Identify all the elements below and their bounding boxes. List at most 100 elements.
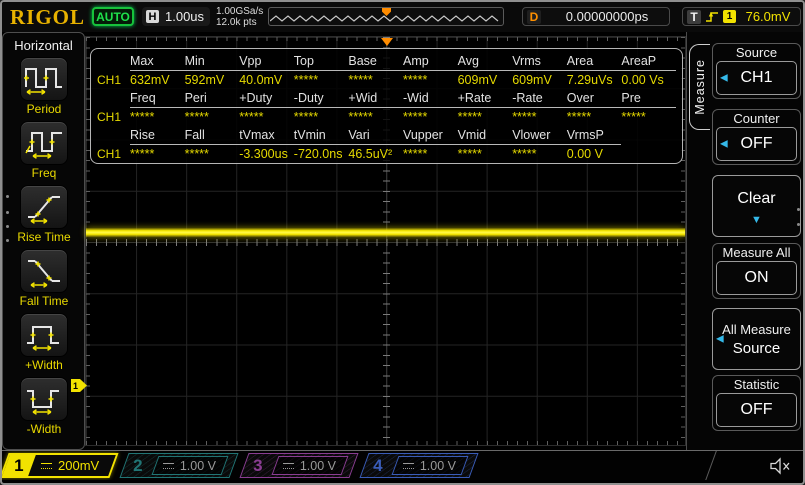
measure-cell: 609mV <box>457 72 498 87</box>
right-menu-panel: Measure Source ◀ CH1 Counter ◀ OFF Clear… <box>686 32 803 450</box>
source-button[interactable]: ◀ CH1 <box>716 61 797 95</box>
h-icon: H <box>146 10 159 23</box>
waveform-position-preview[interactable] <box>268 7 504 26</box>
channel-badge-1[interactable]: 1 200mV <box>2 453 119 478</box>
statistic-button[interactable]: OFF <box>716 393 797 427</box>
measure-header-row: Freq Peri +Duty -Duty +Wid -Wid +Rate -Rate Over… <box>97 89 676 108</box>
measure-cell: Rise <box>130 126 185 145</box>
delay-value: 0.00000000ps <box>565 9 649 24</box>
menu-item-period[interactable]: Period <box>11 57 77 116</box>
measure-cell: ***** <box>130 109 155 124</box>
measure-cell: ***** <box>293 72 319 87</box>
measure-all-button[interactable]: ON <box>716 261 797 295</box>
channel-1-number: 1 <box>14 455 24 475</box>
freq-icon <box>25 132 62 159</box>
left-arrow-icon: ◀ <box>720 72 728 84</box>
measure-cell: Amp <box>402 52 458 71</box>
scroll-indicator-dot <box>6 211 9 214</box>
measure-cell: +Wid <box>348 89 403 108</box>
measure-cell: CH1 <box>97 109 122 124</box>
measure-cell: ***** <box>402 109 428 124</box>
trigger-position-marker[interactable] <box>381 38 393 46</box>
left-arrow-icon: ◀ <box>720 138 728 150</box>
measure-cell: 46.5uV² <box>348 146 393 161</box>
measure-cell: 592mV <box>184 72 225 87</box>
sound-muted-icon[interactable] <box>769 457 793 475</box>
menu-item-minus-width[interactable]: -Width <box>11 377 77 436</box>
period-icon <box>24 68 62 95</box>
rise-time-icon <box>28 196 60 224</box>
measure-cell: Vmid <box>457 126 513 145</box>
measure-cell: Avg <box>457 52 513 71</box>
menu-group-statistic[interactable]: Statistic OFF <box>712 375 801 431</box>
measure-cell: VrmsP <box>566 126 622 145</box>
dc-coupling-icon <box>163 462 174 469</box>
measure-cell: Vlower <box>512 126 567 145</box>
menu-group-source[interactable]: Source ◀ CH1 <box>712 43 801 99</box>
measure-cell: Peri <box>184 89 240 108</box>
measure-cell: ***** <box>402 146 428 161</box>
measure-cell: -720.0ns <box>293 146 343 161</box>
waveform-display: 1 T MaxMinVppTopBaseAmpAvgVrmsAreaAreaPC… <box>71 36 704 446</box>
menu-item-rise-time[interactable]: Rise Time <box>11 185 77 244</box>
measure-cell: ***** <box>348 109 373 124</box>
oscilloscope-screen: RIGOL AUTO H 1.00us 1.00GSa/s 12.0k pts … <box>0 0 805 485</box>
all-measure-source-button[interactable]: ◀ All Measure Source <box>712 308 801 370</box>
measure-cell: Vupper <box>402 126 458 145</box>
measure-cell: ***** <box>348 72 373 87</box>
trigger-source-badge: 1 <box>723 10 736 23</box>
measure-cell: ***** <box>402 72 428 87</box>
measure-cell: 40.0mV <box>239 72 283 87</box>
menu-page-dot <box>797 223 800 226</box>
channel-2-scale-box: 1.00 V <box>151 456 229 475</box>
counter-button[interactable]: ◀ OFF <box>716 127 797 161</box>
center-horizontal-ticks <box>86 239 685 246</box>
measure-cell: tVmax <box>239 126 294 145</box>
measure-cell: Over <box>566 89 622 108</box>
horizontal-scale-value: 1.00us <box>165 9 205 24</box>
memory-depth: 12.0k pts <box>216 17 257 28</box>
dc-coupling-icon <box>403 462 414 469</box>
menu-page-dot <box>797 208 800 211</box>
channel-1-scale-box: 200mV <box>33 456 108 475</box>
ch1-reference-marker[interactable]: 1 <box>71 379 87 392</box>
measure-value-row: CH1 ***** ***** -3.300us -720.0ns 46.5uV² ****… <box>97 145 676 164</box>
measure-value-row: CH1 632mV 592mV 40.0mV ***** ***** ***** 609mV 6… <box>97 71 676 90</box>
menu-group-measure-all[interactable]: Measure All ON <box>712 243 801 299</box>
channel-3-number: 3 <box>253 455 263 475</box>
channel-badge-2[interactable]: 2 1.00 V <box>119 453 239 478</box>
sample-rate: 1.00GSa/s <box>216 6 264 17</box>
measure-cell: ***** <box>566 109 592 124</box>
channel-2-scale: 1.00 V <box>180 458 217 473</box>
menu-item-freq[interactable]: Freq <box>11 121 77 180</box>
measure-cell: Fall <box>184 126 240 145</box>
measure-cell: 632mV <box>130 72 170 87</box>
minus-width-icon <box>27 390 59 415</box>
channel-1-scale: 200mV <box>57 458 100 473</box>
rigol-logo: RIGOL <box>10 5 86 29</box>
measure-cell: ***** <box>130 146 155 161</box>
acquisition-info: 1.00GSa/s 12.0k pts <box>216 6 263 28</box>
measure-cell: ***** <box>239 109 264 124</box>
channel-badge-3[interactable]: 3 1.00 V <box>239 453 359 478</box>
measure-cell: Vpp <box>239 52 294 71</box>
dc-coupling-icon <box>41 462 52 469</box>
measure-cell: ***** <box>184 109 209 124</box>
menu-item-fall-time[interactable]: Fall Time <box>11 249 77 308</box>
fall-time-icon <box>28 260 60 288</box>
menu-item-plus-width[interactable]: +Width <box>11 313 77 372</box>
top-status-bar: RIGOL AUTO H 1.00us 1.00GSa/s 12.0k pts … <box>2 2 803 32</box>
channel-4-number: 4 <box>373 455 383 475</box>
trigger-level-value: 76.0mV <box>745 9 791 24</box>
measure-cell: AreaP <box>621 52 676 71</box>
clear-button[interactable]: Clear ▼ <box>712 175 801 237</box>
measure-header-row: Max Min Vpp Top Base Amp Avg Vrms Area AreaP <box>97 52 676 71</box>
measure-cell: Base <box>348 52 403 71</box>
measure-value-row: CH1 ***** ***** ***** ***** ***** ***** ***** **… <box>97 108 676 127</box>
menu-group-counter[interactable]: Counter ◀ OFF <box>712 109 801 165</box>
measure-cell: ***** <box>457 146 482 161</box>
rising-edge-icon <box>706 11 718 22</box>
measure-cell: ***** <box>512 109 537 124</box>
measure-cell: Freq <box>130 89 185 108</box>
channel-badge-4[interactable]: 4 1.00 V <box>359 453 479 478</box>
